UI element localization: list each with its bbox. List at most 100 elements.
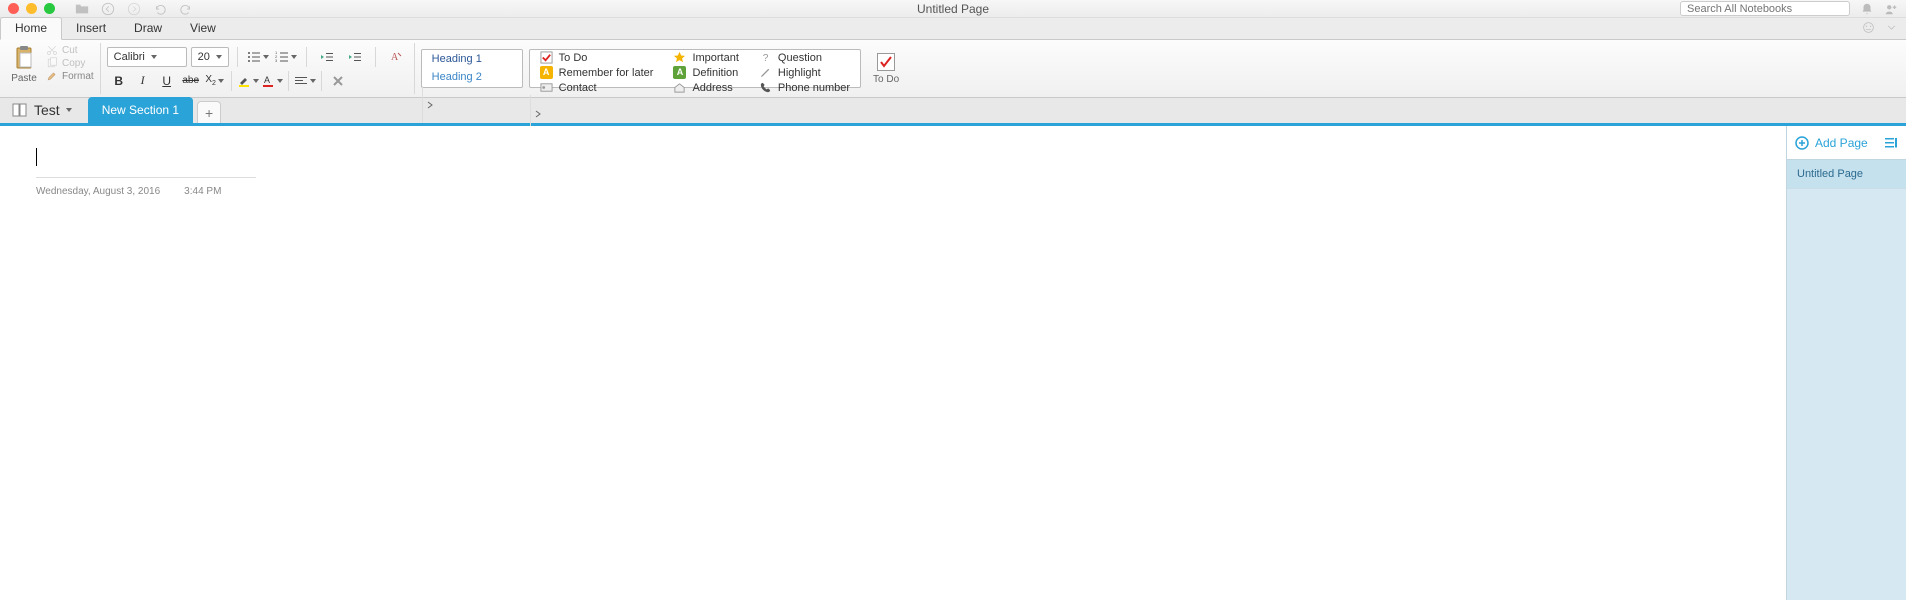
highlight-color-button[interactable] <box>236 71 260 91</box>
tag-label: Important <box>692 52 738 64</box>
todo-button[interactable] <box>877 53 895 71</box>
svg-text:3: 3 <box>275 58 278 63</box>
styles-expand-button[interactable] <box>422 86 438 123</box>
back-icon[interactable] <box>101 2 115 16</box>
collapse-ribbon-icon[interactable] <box>1885 21 1898 34</box>
feedback-icon[interactable] <box>1862 21 1875 34</box>
paste-button[interactable]: Paste <box>6 43 42 84</box>
text-cursor <box>36 148 37 166</box>
font-name-value: Calibri <box>114 51 145 63</box>
tag-remember[interactable]: ARemember for later <box>530 65 664 80</box>
cut-button: Cut <box>46 44 94 56</box>
page-title-input[interactable] <box>36 148 256 178</box>
subscript-button[interactable]: X2 <box>203 71 227 91</box>
open-file-icon[interactable] <box>75 2 89 16</box>
format-painter-button[interactable]: Format <box>46 70 94 82</box>
tag-address[interactable]: Address <box>663 80 748 95</box>
chevron-down-icon <box>291 55 297 59</box>
page-list-icon[interactable] <box>1884 136 1898 150</box>
home-icon <box>673 81 686 94</box>
tab-home[interactable]: Home <box>0 17 62 40</box>
style-heading2[interactable]: Heading 2 <box>422 68 522 86</box>
delete-button[interactable] <box>326 71 350 91</box>
tag-question[interactable]: ?Question <box>749 50 860 65</box>
share-icon[interactable] <box>1884 2 1898 16</box>
svg-text:?: ? <box>763 53 769 64</box>
bullet-list-button[interactable] <box>246 47 270 67</box>
notifications-icon[interactable] <box>1860 2 1874 16</box>
strikethrough-button[interactable]: abe <box>179 71 203 91</box>
add-page-label: Add Page <box>1815 136 1868 150</box>
chevron-down-icon <box>263 55 269 59</box>
pencil-icon <box>759 66 772 79</box>
tag-label: Contact <box>559 82 597 94</box>
numbering-icon: 123 <box>275 50 289 64</box>
tag-label: Phone number <box>778 82 850 94</box>
checkbox-icon <box>540 51 553 64</box>
tags-group: To Do ARemember for later Contact Import… <box>529 49 861 88</box>
font-size-value: 20 <box>198 51 210 63</box>
todo-group: To Do <box>867 43 911 94</box>
copy-button: Copy <box>46 57 94 69</box>
letter-a-icon: A <box>540 66 553 79</box>
chevron-down-icon <box>253 79 259 83</box>
italic-button[interactable]: I <box>131 71 155 91</box>
todo-label: To Do <box>873 74 899 85</box>
add-page-button[interactable]: Add Page <box>1787 126 1906 160</box>
bullets-icon <box>247 50 261 64</box>
style-heading1[interactable]: Heading 1 <box>422 50 522 68</box>
ribbon: Paste Cut Copy Format Calibri 20 <box>0 40 1906 98</box>
outdent-icon <box>320 50 334 64</box>
page-canvas[interactable]: Wednesday, August 3, 2016 3:44 PM <box>0 126 1786 600</box>
redo-icon[interactable] <box>179 2 193 16</box>
search-input[interactable] <box>1680 1 1850 16</box>
font-size-combo[interactable]: 20 <box>191 47 229 67</box>
tag-label: Address <box>692 82 732 94</box>
star-icon <box>673 51 686 64</box>
styles-group: Heading 1 Heading 2 <box>421 49 523 88</box>
paintbrush-icon <box>46 70 58 82</box>
notebook-dropdown[interactable]: Test <box>8 98 82 123</box>
font-name-combo[interactable]: Calibri <box>107 47 187 67</box>
bold-button[interactable]: B <box>107 71 131 91</box>
checkmark-icon <box>879 55 893 69</box>
chevron-right-icon <box>426 101 434 109</box>
font-color-button[interactable]: A <box>260 71 284 91</box>
clipboard-icon <box>14 45 34 71</box>
add-section-button[interactable]: + <box>197 101 221 123</box>
minimize-window-icon[interactable] <box>26 3 37 14</box>
tab-insert[interactable]: Insert <box>62 18 120 39</box>
quick-access-toolbar <box>75 2 193 16</box>
tag-definition[interactable]: ADefinition <box>663 65 748 80</box>
tab-draw[interactable]: Draw <box>120 18 176 39</box>
chevron-down-icon <box>218 79 224 83</box>
notebook-name: Test <box>34 102 60 118</box>
clear-formatting-button[interactable]: A <box>384 47 408 67</box>
tag-highlight[interactable]: Highlight <box>749 65 860 80</box>
align-button[interactable] <box>293 71 317 91</box>
indent-button[interactable] <box>343 47 367 67</box>
tag-contact[interactable]: Contact <box>530 80 664 95</box>
clipboard-group: Paste Cut Copy Format <box>6 43 101 94</box>
maximize-window-icon[interactable] <box>44 3 55 14</box>
tab-view[interactable]: View <box>176 18 230 39</box>
window-title: Untitled Page <box>917 2 989 16</box>
chevron-down-icon <box>66 108 72 112</box>
tag-important[interactable]: Important <box>663 50 748 65</box>
section-bar: Test New Section 1 + <box>0 98 1906 126</box>
tag-phone[interactable]: Phone number <box>749 80 860 95</box>
numbered-list-button[interactable]: 123 <box>274 47 298 67</box>
paste-label: Paste <box>11 73 37 84</box>
letter-a-green-icon: A <box>673 66 686 79</box>
chevron-right-icon <box>534 110 542 118</box>
section-tab[interactable]: New Section 1 <box>88 97 193 123</box>
tag-todo[interactable]: To Do <box>530 50 664 65</box>
chevron-down-icon <box>277 79 283 83</box>
outdent-button[interactable] <box>315 47 339 67</box>
highlighter-icon <box>237 74 251 88</box>
undo-icon[interactable] <box>153 2 167 16</box>
close-window-icon[interactable] <box>8 3 19 14</box>
main-area: Wednesday, August 3, 2016 3:44 PM Add Pa… <box>0 126 1906 600</box>
page-list-item[interactable]: Untitled Page <box>1787 160 1906 189</box>
underline-button[interactable]: U <box>155 71 179 91</box>
